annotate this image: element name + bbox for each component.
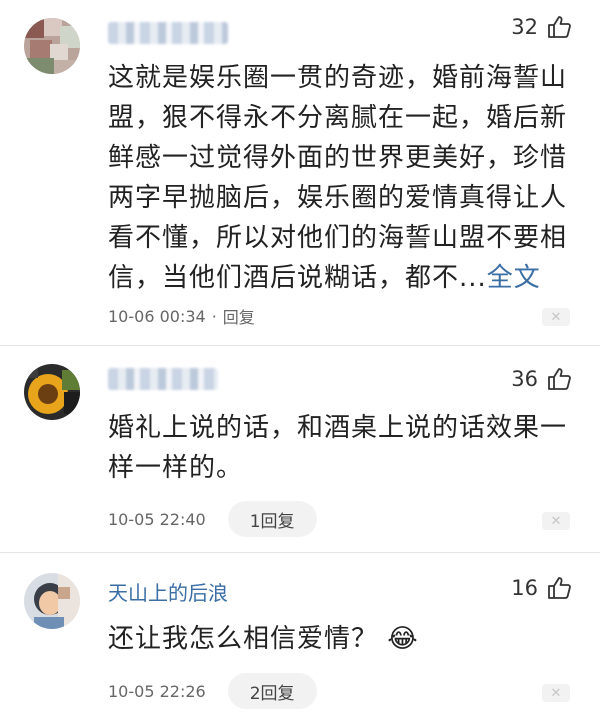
replies-button[interactable]: 2回复 [227, 673, 317, 709]
username[interactable]: 天山上的后浪 [108, 577, 228, 606]
comment-meta: 10-06 00:34 · 回复 [108, 304, 255, 328]
comment-item: 32 这就是娱乐圈一贯的奇迹，婚前海誓山盟，狠不得永不分离腻在一起，婚后新鲜感一… [0, 0, 600, 345]
timestamp: 10-06 00:34 [108, 306, 206, 326]
expand-full-text-link[interactable]: 全文 [487, 263, 541, 293]
username-blurred[interactable] [108, 368, 218, 390]
close-icon[interactable]: ✕ [542, 684, 570, 702]
separator-dot: · [211, 306, 217, 326]
comment-item: 36 婚礼上说的话，和酒桌上说的话效果一样一样的。 10-05 22:40 1回… [0, 346, 600, 551]
like-counter[interactable]: 16 [511, 575, 572, 601]
thumb-up-icon[interactable] [546, 14, 572, 40]
comment-text: 还让我怎么相信爱情？ 😂 [108, 619, 568, 659]
replies-button[interactable]: 1回复 [227, 501, 317, 537]
comment-text: 婚礼上说的话，和酒桌上说的话效果一样一样的。 [108, 413, 568, 483]
avatar[interactable] [24, 364, 80, 420]
comment-text: 这就是娱乐圈一贯的奇迹，婚前海誓山盟，狠不得永不分离腻在一起，婚后新鲜感一过觉得… [108, 58, 568, 298]
thumb-up-icon[interactable] [546, 366, 572, 392]
like-count: 36 [511, 367, 538, 391]
comment-body: 这就是娱乐圈一贯的奇迹，婚前海誓山盟，狠不得永不分离腻在一起，婚后新鲜感一过觉得… [108, 63, 568, 293]
timestamp: 10-05 22:40 [108, 509, 206, 529]
like-counter[interactable]: 36 [511, 366, 572, 392]
comment-meta: 10-05 22:26 2回复 [108, 673, 317, 709]
reply-link[interactable]: 回复 [223, 304, 255, 328]
close-icon[interactable]: ✕ [542, 308, 570, 326]
close-icon[interactable]: ✕ [542, 512, 570, 530]
like-count: 32 [511, 15, 538, 39]
thumb-up-icon[interactable] [546, 575, 572, 601]
like-count: 16 [511, 576, 538, 600]
comment-meta: 10-05 22:40 1回复 [108, 501, 317, 537]
laughing-emoji-icon: 😂 [387, 624, 419, 654]
timestamp: 10-05 22:26 [108, 681, 206, 701]
username-blurred[interactable] [108, 22, 228, 44]
like-counter[interactable]: 32 [511, 14, 572, 40]
comment-item: 天山上的后浪 16 还让我怎么相信爱情？ 😂 10-05 22:26 2回复 ✕ [0, 553, 600, 727]
comment-body: 还让我怎么相信爱情？ [108, 624, 379, 654]
avatar[interactable] [24, 573, 80, 629]
avatar[interactable] [24, 18, 80, 74]
